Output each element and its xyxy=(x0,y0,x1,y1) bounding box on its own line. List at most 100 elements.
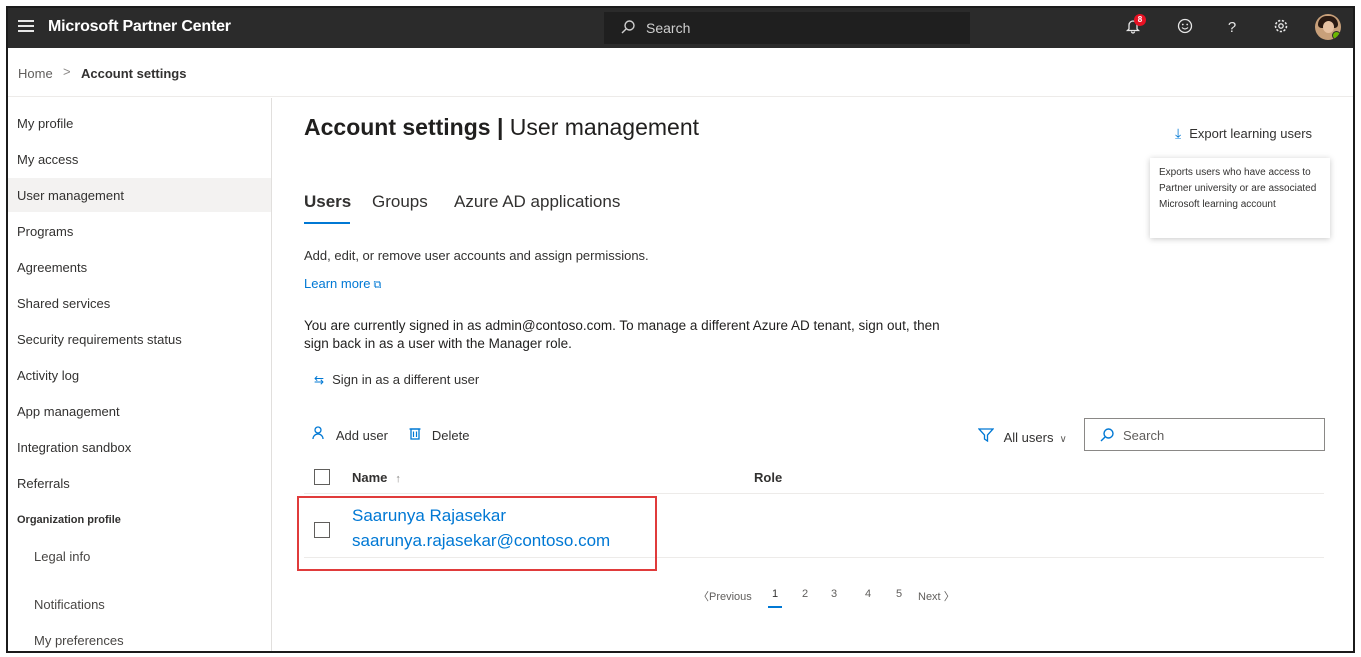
sidebar-item-my-access[interactable]: My access xyxy=(8,142,271,176)
page-title-subpage: User management xyxy=(509,114,699,140)
page-description: Add, edit, or remove user accounts and a… xyxy=(304,248,649,263)
user-filter-dropdown[interactable]: All users ∨ xyxy=(977,428,1067,445)
hamburger-menu-icon[interactable] xyxy=(18,20,34,34)
sign-in-different-user-label: Sign in as a different user xyxy=(332,372,480,387)
sidebar: My profile My access User management Pro… xyxy=(8,98,272,651)
delete-label: Delete xyxy=(431,428,470,443)
global-search-input[interactable]: Search xyxy=(604,12,970,44)
column-header-role[interactable]: Role xyxy=(754,470,782,485)
signed-in-message: You are currently signed in as admin@con… xyxy=(304,318,940,351)
online-status-icon xyxy=(1332,31,1341,40)
page-button-4[interactable]: 4 xyxy=(865,588,871,600)
pagination-next-button[interactable]: Next 〉 xyxy=(918,588,955,604)
learn-more-link[interactable]: Learn more ⧉ xyxy=(304,276,381,292)
sort-arrow-icon: ↑ xyxy=(395,473,401,485)
sidebar-item-my-preferences[interactable]: My preferences xyxy=(34,633,124,648)
tab-users[interactable]: Users xyxy=(304,192,352,224)
tab-groups[interactable]: Groups xyxy=(372,192,428,212)
external-link-icon: ⧉ xyxy=(373,279,382,291)
sidebar-item-label: Referrals xyxy=(17,476,70,491)
sidebar-item-my-profile[interactable]: My profile xyxy=(8,106,271,140)
sidebar-section-heading: Organization profile xyxy=(17,514,121,526)
breadcrumb-separator-icon: > xyxy=(63,64,71,79)
add-person-icon xyxy=(312,426,330,443)
chevron-left-icon: 〈 xyxy=(698,591,709,603)
sidebar-item-label: My access xyxy=(17,152,79,167)
top-bar: Microsoft Partner Center Search 8 ? xyxy=(8,8,1353,48)
sidebar-item-label: Security requirements status xyxy=(17,332,182,347)
sidebar-item-referrals[interactable]: Referrals xyxy=(8,466,271,500)
notification-count-badge: 8 xyxy=(1134,14,1146,26)
sidebar-item-activity-log[interactable]: Activity log xyxy=(8,358,271,392)
chevron-right-icon: 〉 xyxy=(943,591,955,603)
user-search-input[interactable]: Search xyxy=(1084,418,1325,451)
sidebar-item-label: Integration sandbox xyxy=(17,440,132,455)
sidebar-item-label: Shared services xyxy=(17,296,111,311)
export-tooltip: Exports users who have access to Partner… xyxy=(1150,158,1330,238)
sidebar-item-agreements[interactable]: Agreements xyxy=(8,250,271,284)
page-button-5[interactable]: 5 xyxy=(896,588,902,600)
global-search-placeholder: Search xyxy=(646,20,691,36)
sidebar-item-label: Activity log xyxy=(17,368,80,383)
current-page-indicator xyxy=(768,606,782,608)
page-title: Account settings | User management xyxy=(304,114,699,141)
previous-label: Previous xyxy=(709,591,752,603)
user-avatar[interactable] xyxy=(1315,14,1341,40)
sidebar-item-label: User management xyxy=(17,188,124,203)
page-button-1[interactable]: 1 xyxy=(772,588,778,600)
filter-icon xyxy=(977,428,998,445)
sidebar-item-app-management[interactable]: App management xyxy=(8,394,271,428)
breadcrumb-current: Account settings xyxy=(81,66,187,81)
sidebar-item-security-requirements[interactable]: Security requirements status xyxy=(8,322,271,356)
app-window: Microsoft Partner Center Search 8 ? Home… xyxy=(6,6,1355,653)
sidebar-item-label: My profile xyxy=(17,116,74,131)
user-search-placeholder: Search xyxy=(1123,428,1165,443)
user-name-link[interactable]: Saarunya Rajasekar xyxy=(352,506,506,526)
add-user-button[interactable]: Add user xyxy=(312,426,388,443)
page-title-section: Account settings xyxy=(304,114,491,140)
sidebar-item-programs[interactable]: Programs xyxy=(8,214,271,248)
delete-button[interactable]: Delete xyxy=(408,426,469,443)
trash-icon xyxy=(408,427,426,443)
sidebar-item-label: Programs xyxy=(17,224,74,239)
search-icon xyxy=(1099,427,1115,446)
pagination-previous-button[interactable]: 〈Previous xyxy=(698,588,752,604)
tab-azure-ad-applications[interactable]: Azure AD applications xyxy=(454,192,620,212)
settings-button[interactable] xyxy=(1271,18,1291,38)
select-all-checkbox[interactable] xyxy=(314,469,330,485)
sidebar-item-label: App management xyxy=(17,404,120,419)
page-button-2[interactable]: 2 xyxy=(802,588,808,600)
user-email[interactable]: saarunya.rajasekar@contoso.com xyxy=(352,531,610,551)
export-learning-users-button[interactable]: ⤓ Export learning users xyxy=(1175,125,1312,142)
tab-users-label: Users xyxy=(304,192,352,211)
column-header-name[interactable]: Name ↑ xyxy=(352,470,401,485)
next-label: Next xyxy=(918,591,941,603)
export-label: Export learning users xyxy=(1189,126,1313,141)
filter-label: All users xyxy=(1003,430,1054,445)
app-title[interactable]: Microsoft Partner Center xyxy=(48,18,231,36)
feedback-button[interactable] xyxy=(1175,18,1195,38)
sidebar-item-legal-info[interactable]: Legal info xyxy=(34,549,90,564)
learn-more-label: Learn more xyxy=(304,276,371,291)
gear-icon xyxy=(1273,19,1289,38)
question-mark-icon: ? xyxy=(1227,19,1237,36)
sidebar-item-shared-services[interactable]: Shared services xyxy=(8,286,271,320)
sidebar-item-user-management[interactable]: User management xyxy=(8,178,271,212)
help-button[interactable]: ? xyxy=(1222,18,1242,38)
sidebar-item-integration-sandbox[interactable]: Integration sandbox xyxy=(8,430,271,464)
breadcrumb-home-link[interactable]: Home xyxy=(18,66,53,81)
column-name-label: Name xyxy=(352,470,388,485)
active-tab-indicator xyxy=(304,222,350,224)
sidebar-item-notifications[interactable]: Notifications xyxy=(34,597,105,612)
table-header: Name ↑ Role xyxy=(304,460,1324,494)
switch-user-icon: ⇆ xyxy=(314,373,325,387)
add-user-label: Add user xyxy=(335,428,388,443)
download-icon: ⤓ xyxy=(1175,125,1182,141)
sign-in-different-user-link[interactable]: ⇆ Sign in as a different user xyxy=(314,372,479,387)
smiley-icon xyxy=(1177,18,1193,38)
notifications-button[interactable]: 8 xyxy=(1123,14,1146,38)
sidebar-item-label: Agreements xyxy=(17,260,88,275)
page-button-3[interactable]: 3 xyxy=(831,588,837,600)
chevron-down-icon: ∨ xyxy=(1059,434,1067,445)
page-title-separator: | xyxy=(490,114,510,140)
